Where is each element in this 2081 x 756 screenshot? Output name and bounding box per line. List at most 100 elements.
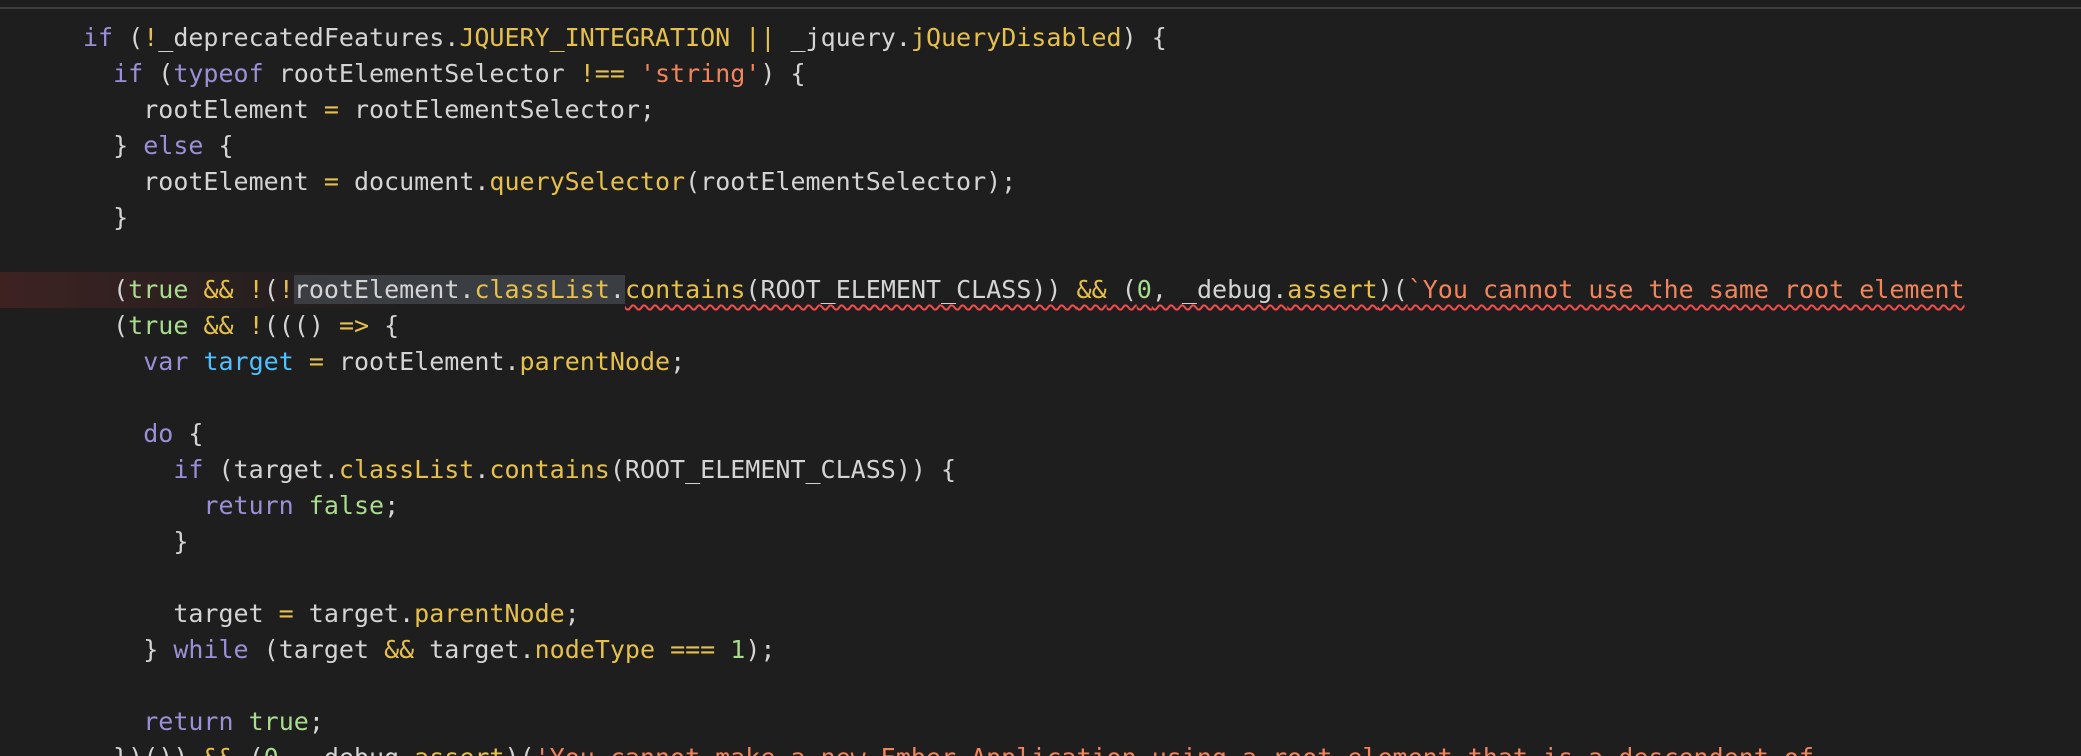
code-line[interactable]: do { bbox=[0, 416, 2081, 452]
code-token: rootElement bbox=[143, 95, 324, 124]
code-token: rootElement bbox=[143, 167, 324, 196]
code-token: } bbox=[113, 131, 144, 160]
code-line[interactable]: } else { bbox=[0, 128, 2081, 164]
code-token: ( bbox=[263, 275, 279, 304]
code-token: 'You cannot make a new Ember.Application… bbox=[535, 743, 1814, 756]
code-token: ! bbox=[248, 275, 264, 304]
code-token: rootElementSelector; bbox=[338, 95, 655, 124]
code-token: ; bbox=[384, 491, 400, 520]
code-line[interactable]: if (typeof rootElementSelector !== 'stri… bbox=[0, 56, 2081, 92]
code-token: querySelector bbox=[489, 167, 686, 196]
code-token: true bbox=[128, 311, 189, 340]
code-token: rootElement. bbox=[323, 347, 520, 376]
code-token: if bbox=[83, 23, 114, 52]
editor-top-border bbox=[0, 7, 2081, 9]
code-token: assert bbox=[1287, 275, 1378, 304]
code-token: (ROOT_ELEMENT_CLASS)) { bbox=[609, 455, 957, 484]
code-line[interactable] bbox=[0, 668, 2081, 704]
code-line[interactable]: return true; bbox=[0, 704, 2081, 740]
code-token: else bbox=[143, 131, 204, 160]
code-token: return bbox=[203, 491, 294, 520]
code-token: JQUERY_INTEGRATION bbox=[459, 23, 731, 52]
code-token: if bbox=[113, 59, 144, 88]
code-line[interactable]: rootElement = document.querySelector(roo… bbox=[0, 164, 2081, 200]
code-token: false bbox=[308, 491, 385, 520]
code-token: 0 bbox=[1136, 275, 1152, 304]
code-token: target bbox=[203, 347, 294, 376]
code-line[interactable]: rootElement = rootElementSelector; bbox=[0, 92, 2081, 128]
code-line[interactable]: } bbox=[0, 200, 2081, 236]
code-line[interactable] bbox=[0, 380, 2081, 416]
code-token: jQueryDisabled bbox=[910, 23, 1122, 52]
code-token: contains bbox=[624, 275, 746, 304]
code-line[interactable]: target = target.parentNode; bbox=[0, 596, 2081, 632]
code-line[interactable]: (true && !(!rootElement.classList.contai… bbox=[0, 272, 2081, 308]
code-token: true bbox=[248, 707, 309, 736]
code-line[interactable]: (true && !((() => { bbox=[0, 308, 2081, 344]
code-token: 1 bbox=[730, 635, 746, 664]
code-token: parentNode bbox=[414, 599, 565, 628]
code-line[interactable]: })()) && (0, _debug.assert)('You cannot … bbox=[0, 740, 2081, 756]
code-token: && bbox=[203, 311, 234, 340]
code-line[interactable]: if (target.classList.contains(ROOT_ELEME… bbox=[0, 452, 2081, 488]
code-token: ! bbox=[143, 23, 159, 52]
code-token: = bbox=[308, 347, 324, 376]
code-token: (ROOT_ELEMENT_CLASS)) bbox=[745, 275, 1077, 304]
code-token: document. bbox=[338, 167, 490, 196]
code-token: ( bbox=[113, 311, 129, 340]
code-token: contains bbox=[489, 455, 610, 484]
code-line[interactable]: if (!_deprecatedFeatures.JQUERY_INTEGRAT… bbox=[0, 20, 2081, 56]
code-token: if bbox=[173, 455, 204, 484]
code-line[interactable] bbox=[0, 560, 2081, 596]
code-token: target bbox=[173, 599, 279, 628]
code-token: typeof bbox=[173, 59, 264, 88]
code-token: )( bbox=[504, 743, 534, 756]
code-token: = bbox=[278, 599, 294, 628]
code-token: . bbox=[474, 455, 490, 484]
code-token: assert bbox=[414, 743, 504, 756]
code-editor[interactable]: if (!_deprecatedFeatures.JQUERY_INTEGRAT… bbox=[0, 0, 2081, 756]
code-token: rootElement. bbox=[293, 275, 475, 304]
code-token: ) { bbox=[760, 59, 806, 88]
code-line[interactable]: } while (target && target.nodeType === 1… bbox=[0, 632, 2081, 668]
code-token: )( bbox=[1377, 275, 1408, 304]
code-token: { bbox=[203, 131, 234, 160]
code-token: true bbox=[128, 275, 189, 304]
code-token: target. bbox=[293, 599, 415, 628]
code-token: { bbox=[173, 419, 204, 448]
code-token: && bbox=[203, 743, 233, 756]
code-token: ) { bbox=[1121, 23, 1167, 52]
code-token: && bbox=[384, 635, 415, 664]
code-line[interactable]: var target = rootElement.parentNode; bbox=[0, 344, 2081, 380]
code-token: var bbox=[143, 347, 189, 376]
code-token: rootElementSelector bbox=[263, 59, 580, 88]
code-token: ( bbox=[143, 59, 174, 88]
code-line[interactable]: } bbox=[0, 524, 2081, 560]
code-token: === bbox=[670, 635, 716, 664]
code-line[interactable] bbox=[0, 236, 2081, 272]
code-token: ; bbox=[564, 599, 580, 628]
code-token: _jquery. bbox=[790, 23, 911, 52]
code-token: !== bbox=[579, 59, 625, 88]
code-area[interactable]: if (!_deprecatedFeatures.JQUERY_INTEGRAT… bbox=[0, 20, 2081, 756]
code-line[interactable]: return false; bbox=[0, 488, 2081, 524]
code-token: } bbox=[173, 527, 189, 556]
code-token: (target. bbox=[203, 455, 339, 484]
